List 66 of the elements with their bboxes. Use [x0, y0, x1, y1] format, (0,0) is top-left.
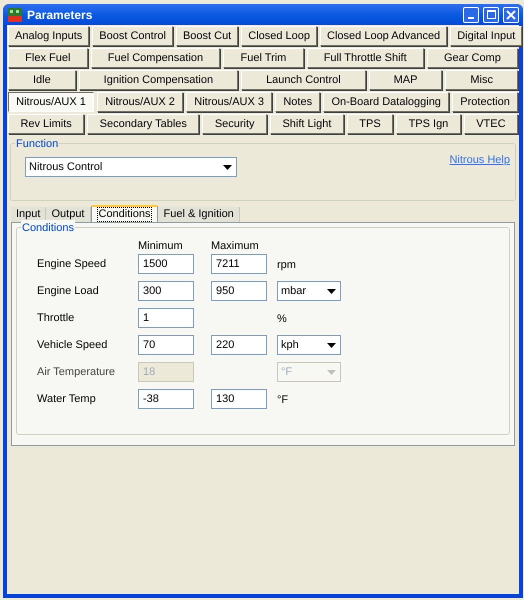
field-label: Vehicle Speed: [37, 338, 108, 353]
parameter-button[interactable]: Digital Input: [450, 26, 522, 46]
field-label: Water Temp: [37, 392, 97, 407]
dropdown-arrow-icon: [327, 370, 336, 374]
column-header: Maximum: [211, 239, 260, 253]
parameter-button[interactable]: Closed Loop: [241, 26, 318, 46]
parameter-button[interactable]: Analog Inputs: [8, 26, 90, 46]
column-header: Minimum: [138, 239, 184, 253]
parameter-button[interactable]: TPS Ign: [396, 114, 461, 134]
tab[interactable]: Fuel & Ignition: [158, 207, 240, 222]
input-field[interactable]: 220: [211, 335, 267, 355]
parameter-button[interactable]: Flex Fuel: [8, 48, 88, 68]
minimize-button[interactable]: [463, 6, 479, 22]
parameter-button[interactable]: Fuel Compensation: [90, 48, 220, 68]
input-field[interactable]: 1: [138, 308, 194, 328]
parameter-button[interactable]: VTEC: [464, 114, 518, 134]
input-field[interactable]: 7211: [211, 254, 267, 274]
parameter-button[interactable]: Rev Limits: [8, 114, 84, 134]
parameter-button[interactable]: Nitrous/AUX 2: [97, 92, 184, 112]
input-field[interactable]: 70: [138, 335, 194, 355]
parameter-button[interactable]: Nitrous/AUX 3: [186, 92, 272, 112]
dropdown-arrow-icon: [327, 342, 336, 348]
parameter-button[interactable]: Boost Cut: [176, 26, 238, 46]
parameter-button[interactable]: Protection: [452, 92, 518, 112]
dropdown-arrow-icon: [327, 288, 336, 294]
input-field[interactable]: -38: [138, 389, 194, 409]
unit-label: %: [277, 312, 287, 327]
field-label: Engine Load: [37, 284, 100, 299]
parameter-button[interactable]: Closed Loop Advanced: [320, 26, 448, 46]
parameter-button[interactable]: Shift Light: [270, 114, 344, 134]
maximize-button[interactable]: [483, 6, 499, 22]
tab[interactable]: Input: [11, 207, 46, 222]
tab[interactable]: Conditions: [90, 205, 158, 222]
parameter-button[interactable]: Secondary Tables: [87, 114, 200, 134]
field-label: Throttle: [37, 310, 76, 326]
input-field[interactable]: 130: [211, 389, 267, 409]
tab[interactable]: Output: [46, 207, 90, 222]
input-field[interactable]: 300: [138, 281, 194, 301]
parameter-button[interactable]: Full Throttle Shift: [306, 48, 424, 68]
parameter-button[interactable]: Idle: [8, 70, 76, 90]
unit-label: °F: [277, 392, 288, 408]
input-field[interactable]: 950: [211, 281, 267, 301]
parameter-button[interactable]: Boost Control: [92, 26, 173, 46]
parameter-button[interactable]: Notes: [275, 92, 320, 112]
parameter-button[interactable]: On-Board Datalogging: [323, 92, 450, 112]
function-dropdown[interactable]: Nitrous Control: [25, 157, 237, 177]
parameter-button[interactable]: MAP: [368, 70, 442, 90]
parameter-button[interactable]: Gear Comp: [426, 48, 518, 68]
parameter-button[interactable]: Nitrous/AUX 1: [8, 92, 94, 112]
window-title: Parameters: [27, 6, 94, 24]
input-field[interactable]: 1500: [138, 254, 194, 274]
dropdown-arrow-icon: [223, 164, 232, 170]
field-label: Air Temperature: [37, 364, 116, 380]
unit-dropdown[interactable]: kph: [277, 335, 341, 355]
field-label: Engine Speed: [37, 256, 108, 272]
parameter-button[interactable]: TPS: [346, 114, 394, 134]
app-icon: [7, 6, 23, 22]
unit-label: rpm: [277, 258, 296, 273]
parameter-button[interactable]: Security: [202, 114, 268, 134]
parameter-button[interactable]: Launch Control: [241, 70, 366, 90]
unit-dropdown[interactable]: mbar: [277, 281, 341, 301]
parameter-button[interactable]: Fuel Trim: [223, 48, 304, 68]
close-button[interactable]: [503, 6, 519, 22]
parameter-button[interactable]: Misc: [445, 70, 518, 90]
parameter-button[interactable]: Ignition Compensation: [78, 70, 238, 90]
help-link[interactable]: Nitrous Help: [449, 152, 510, 168]
